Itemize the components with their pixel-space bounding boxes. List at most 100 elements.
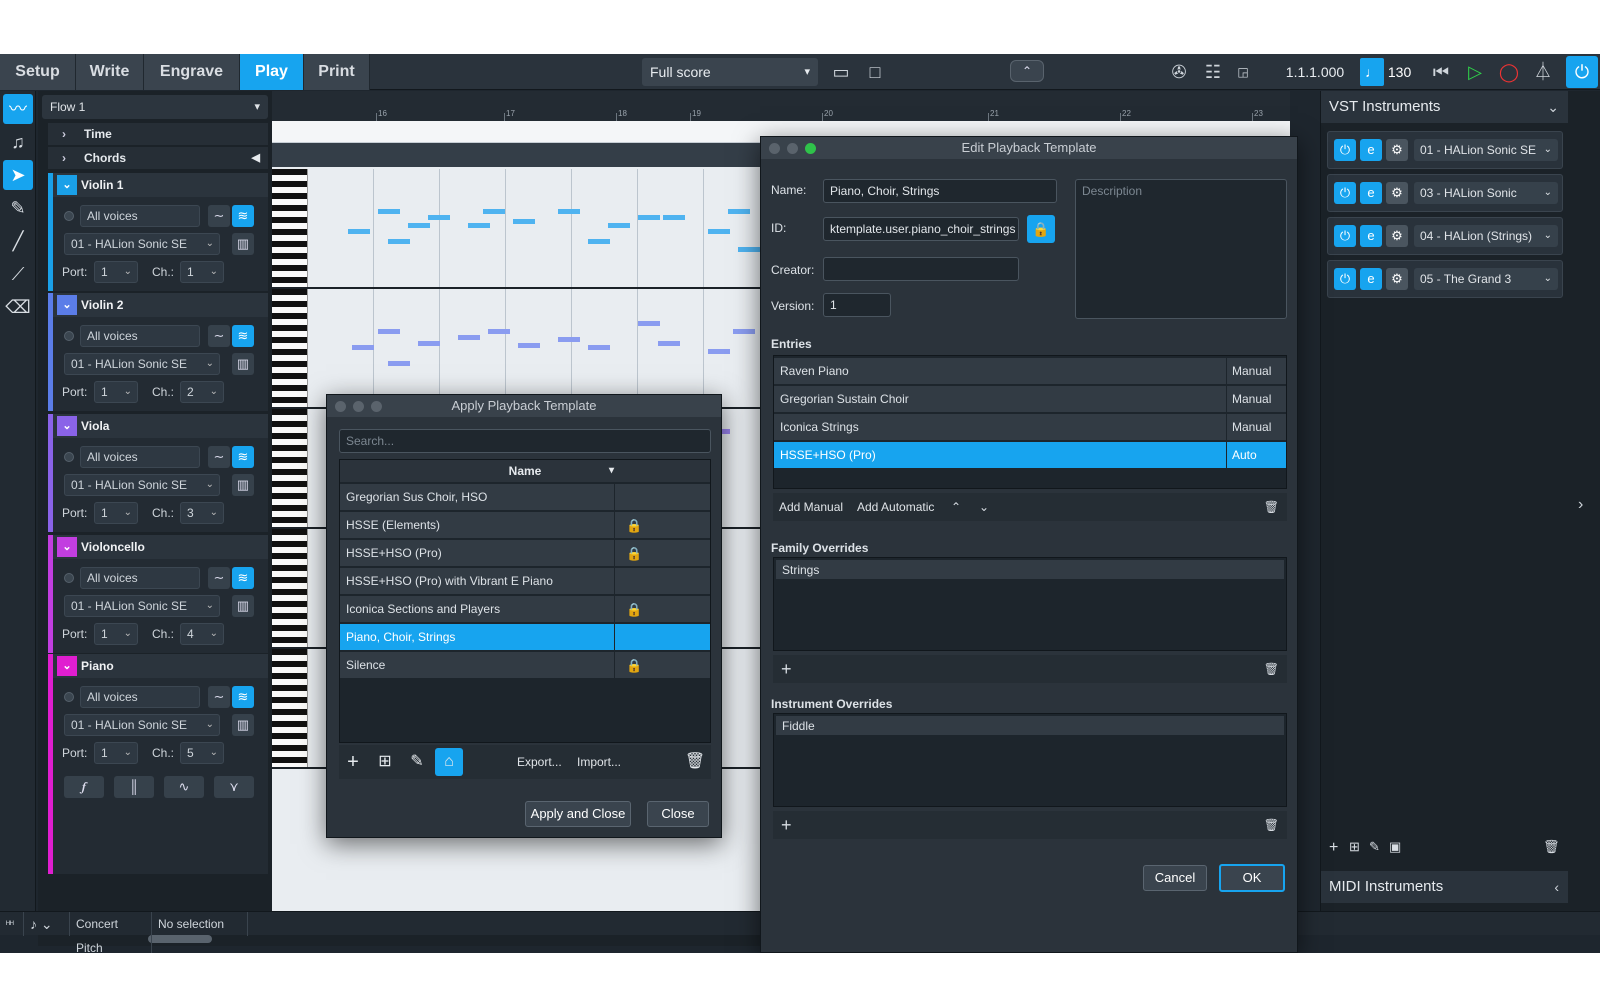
voices-select[interactable]: All voices xyxy=(80,686,200,708)
cancel-button[interactable]: Cancel xyxy=(1143,865,1207,891)
creator-input[interactable] xyxy=(823,257,1019,281)
midi-note[interactable] xyxy=(388,361,410,366)
version-input[interactable]: 1 xyxy=(823,293,891,317)
record-icon[interactable]: ◯ xyxy=(1496,59,1522,85)
voices-select[interactable]: All voices xyxy=(80,567,200,589)
concert-pitch-toggle[interactable]: Concert Pitch xyxy=(70,912,152,953)
pencil-icon[interactable]: ✎ xyxy=(403,748,431,776)
template-row[interactable]: HSSE (Elements) 🔒 xyxy=(340,512,710,539)
play-icon[interactable]: ▷ xyxy=(1462,59,1488,85)
instrument-header[interactable]: ⌄ Violin 2 xyxy=(53,293,268,317)
midi-note[interactable] xyxy=(558,337,580,342)
edit-instrument-icon[interactable]: e xyxy=(1360,139,1382,161)
scroll-thumb[interactable] xyxy=(148,935,212,943)
template-row[interactable]: Silence 🔒 xyxy=(340,652,710,679)
midi-note[interactable] xyxy=(418,341,440,346)
close-button[interactable]: Close xyxy=(647,801,709,827)
template-row[interactable]: Iconica Sections and Players 🔒 xyxy=(340,596,710,623)
trash-icon[interactable]: 🗑 xyxy=(1264,655,1279,683)
mode-tab-engrave[interactable]: Engrave xyxy=(144,54,240,90)
zoom-window-icon[interactable] xyxy=(805,143,816,154)
tempo-display[interactable]: ♩ 130 xyxy=(1360,58,1420,86)
music-note-icon[interactable]: ♫ xyxy=(3,127,33,157)
midi-note[interactable] xyxy=(348,229,370,234)
vst-select[interactable]: 01 - HALion Sonic SE ⌄ xyxy=(64,595,220,617)
channel-select[interactable]: 1 ⌄ xyxy=(180,261,224,283)
trash-icon[interactable]: 🗑 xyxy=(1264,493,1279,521)
minimize-window-icon[interactable] xyxy=(787,143,798,154)
duplicate-icon[interactable]: ⊞ xyxy=(371,748,399,776)
power-icon[interactable]: ⏻ xyxy=(1334,268,1356,290)
voice-dot[interactable] xyxy=(64,692,74,702)
family-override-row[interactable]: Strings xyxy=(776,560,1284,580)
add-icon[interactable]: + xyxy=(781,655,792,683)
vst-select[interactable]: 01 - HALion Sonic SE ⌄ xyxy=(64,233,220,255)
instrument-track[interactable]: ⌄ Piano All voices ∼ ≋ 01 - HALion Sonic SE ⌄ ▥… xyxy=(48,654,268,874)
line-icon[interactable]: ╱ xyxy=(3,226,33,256)
template-row[interactable]: HSSE+HSO (Pro) 🔒 xyxy=(340,540,710,567)
instrument-header[interactable]: ⌄ Viola xyxy=(53,414,268,438)
metronome-icon[interactable]: ⏃ xyxy=(1530,59,1556,85)
gear-icon[interactable]: ⚙ xyxy=(1386,182,1408,204)
voice-dot[interactable] xyxy=(64,211,74,221)
tilde-icon[interactable]: ∼ xyxy=(208,567,230,589)
voices-select[interactable]: All voices xyxy=(80,325,200,347)
voice-dot[interactable] xyxy=(64,331,74,341)
edit-instrument-icon[interactable]: e xyxy=(1360,268,1382,290)
gear-icon[interactable]: ⚙ xyxy=(1386,268,1408,290)
piano-keys-icon[interactable]: ▥ xyxy=(232,353,254,375)
mode-tab-setup[interactable]: Setup xyxy=(0,54,76,90)
add-icon[interactable]: + xyxy=(339,748,367,776)
midi-note[interactable] xyxy=(378,209,400,214)
add-automatic-button[interactable]: Add Automatic xyxy=(857,493,934,521)
midi-note[interactable] xyxy=(638,215,660,220)
mode-tab-write[interactable]: Write xyxy=(76,54,144,90)
midi-note[interactable] xyxy=(588,345,610,350)
voice-dot[interactable] xyxy=(64,573,74,583)
vst-slot[interactable]: ⏻ e ⚙ 05 - The Grand 3 ⌄ xyxy=(1327,260,1563,298)
channel-select[interactable]: 4 ⌄ xyxy=(180,623,224,645)
mixer-icon[interactable]: ☷ xyxy=(1200,59,1226,85)
apply-and-close-button[interactable]: Apply and Close xyxy=(525,801,631,827)
voices-select[interactable]: All voices xyxy=(80,205,200,227)
tilde-icon[interactable]: ∼ xyxy=(208,686,230,708)
export-button[interactable]: Export... xyxy=(517,745,562,779)
midi-note[interactable] xyxy=(388,239,410,244)
gear-icon[interactable]: ⚙ xyxy=(1386,225,1408,247)
pitch-bend-icon[interactable]: ∿ xyxy=(164,776,204,798)
lock-icon[interactable]: 🔒 xyxy=(1027,215,1055,243)
piano-keys-icon[interactable]: ▥ xyxy=(232,714,254,736)
midi-note[interactable] xyxy=(728,209,750,214)
pencil-icon[interactable]: ✎ xyxy=(3,193,33,223)
instrument-track[interactable]: ⌄ Violin 1 All voices ∼ ≋ 01 - HALion Sonic S… xyxy=(48,173,268,291)
power-icon[interactable]: ⏻ xyxy=(1566,56,1598,88)
controller-icon[interactable]: ⋎ xyxy=(214,776,254,798)
midi-note[interactable] xyxy=(408,223,430,228)
vst-select[interactable]: 01 - HALion Sonic SE ⌄ xyxy=(64,714,220,736)
port-select[interactable]: 1 ⌄ xyxy=(94,261,138,283)
edit-instrument-icon[interactable]: e xyxy=(1360,225,1382,247)
edit-instrument-icon[interactable]: e xyxy=(1360,182,1382,204)
vst-instrument-select[interactable]: 05 - The Grand 3 ⌄ xyxy=(1414,268,1558,290)
port-select[interactable]: 1 ⌄ xyxy=(94,742,138,764)
midi-note[interactable] xyxy=(708,229,730,234)
midi-note[interactable] xyxy=(513,219,535,224)
piano-keys-icon[interactable]: ▥ xyxy=(232,233,254,255)
ok-button[interactable]: OK xyxy=(1219,864,1285,892)
close-window-icon[interactable] xyxy=(769,143,780,154)
move-up-icon[interactable]: ⌃ xyxy=(951,493,961,521)
vst-slot[interactable]: ⏻ e ⚙ 04 - HALion (Strings) ⌄ xyxy=(1327,217,1563,255)
piano-keys-icon[interactable]: ▥ xyxy=(232,474,254,496)
chevron-down-icon[interactable]: ⌄ xyxy=(57,175,77,195)
expression-wave-icon[interactable]: ≋ xyxy=(232,686,254,708)
midi-note[interactable] xyxy=(663,215,685,220)
template-row[interactable]: Gregorian Sus Choir, HSO xyxy=(340,484,710,511)
midi-note[interactable] xyxy=(378,329,400,334)
vst-slot[interactable]: ⏻ e ⚙ 03 - HALion Sonic ⌄ xyxy=(1327,174,1563,212)
channel-select[interactable]: 3 ⌄ xyxy=(180,502,224,524)
video-icon[interactable]: ✇ xyxy=(1166,59,1192,85)
chevron-down-icon[interactable]: ⌄ xyxy=(57,656,77,676)
piano-keyboard[interactable] xyxy=(272,529,308,647)
channel-select[interactable]: 5 ⌄ xyxy=(180,742,224,764)
instrument-override-row[interactable]: Fiddle xyxy=(776,716,1284,736)
